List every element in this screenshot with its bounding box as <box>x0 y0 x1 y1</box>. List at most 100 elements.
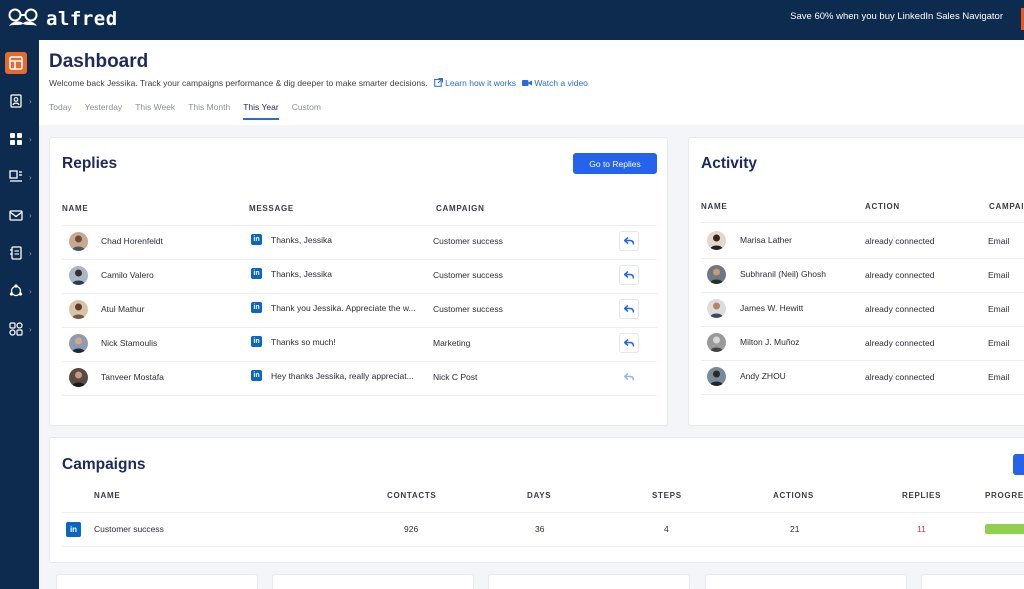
tab-custom[interactable]: Custom <box>292 102 321 120</box>
sidebar-item-dashboard[interactable] <box>5 52 27 74</box>
tab-today[interactable]: Today <box>49 102 72 120</box>
top-bar: alfred Save 60% when you buy LinkedIn Sa… <box>0 0 1024 40</box>
activity-campaign[interactable]: Email <box>988 270 1009 280</box>
avatar <box>707 333 726 352</box>
activity-campaign[interactable]: Email <box>988 236 1009 246</box>
tab-this-week[interactable]: This Week <box>135 102 175 120</box>
divider <box>701 394 1024 395</box>
reply-campaign[interactable]: Customer success <box>433 304 503 314</box>
learn-how-link[interactable]: Learn how it works <box>434 78 518 88</box>
linkedin-icon: in <box>251 370 262 381</box>
col-replies: REPLIES <box>902 491 942 500</box>
divider <box>701 326 1024 327</box>
activity-name[interactable]: Milton J. Muñoz <box>740 337 800 347</box>
promo-banner[interactable]: Save 60% when you buy LinkedIn Sales Nav… <box>790 11 1003 22</box>
reply-arrow-icon <box>624 237 634 245</box>
reply-arrow-icon <box>624 339 634 347</box>
reply-name[interactable]: Camilo Valero <box>101 270 154 280</box>
avatar <box>69 232 88 251</box>
campaign-contacts: 926 <box>404 524 419 534</box>
glasses-mustache-icon <box>8 8 38 26</box>
avatar <box>69 368 88 387</box>
col-actions: ACTIONS <box>773 491 814 500</box>
reply-button[interactable] <box>619 231 639 251</box>
reply-campaign[interactable]: Marketing <box>433 338 470 348</box>
col-campaign: CAMPAI <box>989 202 1024 211</box>
divider <box>701 360 1024 361</box>
activity-name[interactable]: James W. Hewitt <box>740 303 803 313</box>
col-days: DAYS <box>527 491 552 500</box>
reply-button[interactable] <box>619 265 639 285</box>
col-name: NAME <box>94 491 121 500</box>
reply-message[interactable]: Hey thanks Jessika, really appreciat... <box>271 371 414 381</box>
tab-this-month[interactable]: This Month <box>188 102 230 120</box>
reply-button[interactable] <box>619 367 639 387</box>
video-camera-icon <box>522 80 533 86</box>
page-subtitle: Welcome back Jessika. Track your campaig… <box>49 78 588 88</box>
alfred-logo[interactable]: alfred <box>6 8 118 30</box>
contacts-icon <box>10 94 22 108</box>
reply-message[interactable]: Thank you Jessika. Appreciate the w... <box>271 303 416 313</box>
sidebar-item-inbox[interactable] <box>5 204 27 226</box>
campaigns-title: Campaigns <box>62 456 146 473</box>
replies-title: Replies <box>62 155 118 172</box>
dashboard-icon <box>9 56 23 70</box>
sidebar: › › › › › › › <box>0 40 39 589</box>
linkedin-icon: in <box>251 302 262 313</box>
divider <box>62 327 657 328</box>
reply-name[interactable]: Tanveer Mostafa <box>101 372 164 382</box>
linkedin-icon: in <box>251 336 262 347</box>
sidebar-item-contacts[interactable] <box>5 90 27 112</box>
tab-yesterday[interactable]: Yesterday <box>85 102 123 120</box>
avatar <box>69 300 88 319</box>
watch-video-label: Watch a video <box>534 78 588 88</box>
sidebar-item-network[interactable] <box>5 280 27 302</box>
reply-arrow-icon <box>624 373 634 381</box>
reply-campaign[interactable]: Nick C Post <box>433 372 477 382</box>
sidebar-item-templates[interactable] <box>5 242 27 264</box>
reply-button[interactable] <box>619 299 639 319</box>
grid-icon <box>10 133 22 145</box>
activity-name[interactable]: Subhranil (Neil) Ghosh <box>740 269 826 279</box>
reply-message[interactable]: Thanks, Jessika <box>271 235 332 245</box>
watch-video-link[interactable]: Watch a video <box>522 78 588 88</box>
reply-name[interactable]: Atul Mathur <box>101 304 144 314</box>
campaign-name[interactable]: Customer success <box>94 524 164 534</box>
activity-name[interactable]: Marisa Lather <box>740 235 792 245</box>
inbox-icon <box>9 210 23 221</box>
reply-campaign[interactable]: Customer success <box>433 270 503 280</box>
avatar <box>707 367 726 386</box>
campaigns-action-button[interactable] <box>1013 454 1024 475</box>
network-icon <box>9 284 23 297</box>
activity-action: already connected <box>865 270 935 280</box>
go-to-replies-button[interactable]: Go to Replies <box>573 153 657 174</box>
col-campaign: CAMPAIGN <box>436 204 485 213</box>
activity-name[interactable]: Andy ZHOU <box>740 371 786 381</box>
divider <box>62 395 657 396</box>
col-name: NAME <box>701 202 728 211</box>
chevron-right-icon: › <box>29 287 32 296</box>
reply-message[interactable]: Thanks so much! <box>271 337 336 347</box>
activity-card: Activity NAME ACTION CAMPAI Marisa Lathe… <box>688 137 1024 426</box>
activity-campaign[interactable]: Email <box>988 338 1009 348</box>
activity-campaign[interactable]: Email <box>988 372 1009 382</box>
reply-campaign[interactable]: Customer success <box>433 236 503 246</box>
sidebar-item-integrations[interactable] <box>5 318 27 340</box>
reply-message[interactable]: Thanks, Jessika <box>271 269 332 279</box>
avatar <box>69 334 88 353</box>
reply-arrow-icon <box>624 271 634 279</box>
activity-campaign[interactable]: Email <box>988 304 1009 314</box>
divider <box>701 222 1024 223</box>
integrations-icon <box>9 322 23 336</box>
reply-name[interactable]: Nick Stamoulis <box>101 338 157 348</box>
reply-name[interactable]: Chad Horenfeldt <box>101 236 163 246</box>
divider <box>62 361 657 362</box>
tab-this-year[interactable]: This Year <box>243 102 279 120</box>
col-contacts: CONTACTS <box>387 491 437 500</box>
divider <box>62 293 657 294</box>
reply-button[interactable] <box>619 333 639 353</box>
sidebar-item-grid[interactable] <box>5 128 27 150</box>
sidebar-item-campaigns[interactable] <box>5 166 27 188</box>
campaign-steps: 4 <box>664 524 669 534</box>
campaigns-card: Campaigns NAME CONTACTS DAYS STEPS ACTIO… <box>49 437 1024 563</box>
